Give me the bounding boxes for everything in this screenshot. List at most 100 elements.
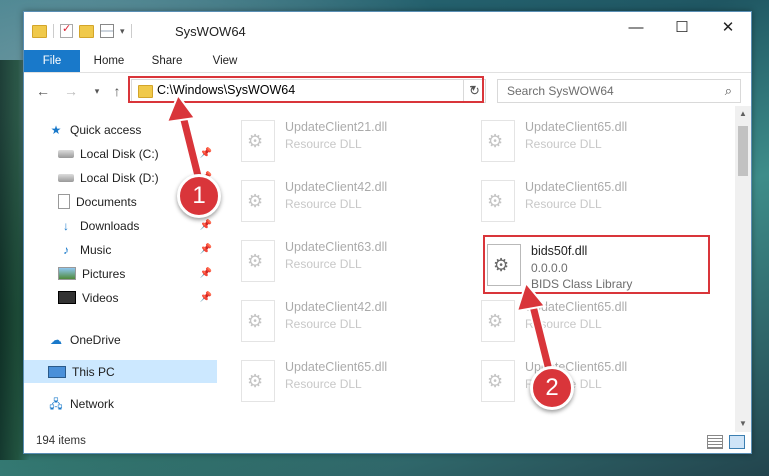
navigation-pane: ★ Quick access Local Disk (C:) 📌 Local D… (24, 114, 217, 424)
cloud-icon: ☁ (50, 332, 62, 347)
file-item[interactable]: UpdateClient65.dll Resource DLL (481, 114, 711, 168)
pin-icon[interactable]: 📌 (200, 292, 212, 303)
title-bar: ▾ SysWOW64 — ☐ ✕ (24, 12, 751, 48)
file-description: Resource DLL (285, 197, 362, 211)
file-description: Resource DLL (525, 317, 602, 331)
dll-file-icon (481, 120, 515, 162)
quick-access-toolbar: ▾ (32, 22, 132, 40)
details-view-icon[interactable] (707, 435, 723, 449)
download-icon: ↓ (63, 218, 69, 233)
dll-file-icon (481, 360, 515, 402)
sidebar-item-onedrive[interactable]: ☁ OneDrive (24, 328, 217, 351)
dll-file-icon (481, 300, 515, 342)
new-folder-icon[interactable] (79, 24, 94, 38)
pin-icon[interactable]: 📌 (200, 244, 212, 255)
file-description: Resource DLL (285, 317, 362, 331)
sidebar-item-label: Documents (76, 194, 137, 209)
file-highlight-box (483, 235, 710, 294)
file-description: Resource DLL (285, 377, 362, 391)
sidebar-item-label: Local Disk (D:) (80, 170, 159, 185)
scroll-up-icon[interactable]: ▲ (735, 106, 751, 122)
file-item[interactable]: UpdateClient42.dll Resource DLL (241, 174, 471, 228)
document-icon (58, 194, 70, 209)
file-item[interactable]: UpdateClient65.dll Resource DLL (481, 174, 711, 228)
address-highlight-box (128, 76, 484, 103)
sidebar-item-label: Videos (82, 290, 119, 305)
dll-file-icon (241, 240, 275, 282)
sidebar-item-this-pc[interactable]: This PC (24, 360, 217, 383)
tab-share[interactable]: Share (144, 50, 190, 72)
disk-icon (58, 149, 74, 158)
minimize-button[interactable]: — (613, 12, 659, 42)
dll-file-icon (241, 180, 275, 222)
recent-locations-chevron-icon[interactable]: ▾ (87, 80, 107, 102)
tab-file[interactable]: File (24, 50, 80, 72)
up-arrow-icon[interactable]: ↑ (107, 80, 127, 102)
tab-home[interactable]: Home (86, 50, 132, 72)
pin-icon[interactable]: 📌 (200, 268, 212, 279)
sidebar-item-quick-access[interactable]: ★ Quick access (24, 118, 241, 141)
file-description: Resource DLL (525, 197, 602, 211)
file-name: UpdateClient65.dll (525, 300, 628, 314)
sidebar-item-label: Network (70, 396, 115, 411)
sidebar-item-downloads[interactable]: ↓ Downloads 📌 (24, 214, 217, 237)
window-title: SysWOW64 (175, 24, 246, 39)
forward-arrow-icon[interactable]: → (61, 80, 81, 102)
search-input[interactable]: Search SysWOW64 ⌕ (497, 79, 741, 103)
sidebar-item-label: Pictures (82, 266, 126, 281)
pin-icon[interactable]: 📌 (200, 148, 212, 159)
scrollbar-thumb[interactable] (738, 126, 748, 176)
sidebar-item-network[interactable]: 🖧 Network (24, 392, 217, 415)
maximize-button[interactable]: ☐ (659, 12, 705, 42)
sidebar-item-label: Music (80, 242, 112, 257)
tab-view[interactable]: View (202, 50, 248, 72)
disk-icon (58, 173, 74, 182)
sidebar-item-pictures[interactable]: Pictures 📌 (24, 262, 217, 285)
computer-icon (48, 365, 66, 378)
file-item[interactable]: UpdateClient65.dll Resource DLL (241, 354, 471, 408)
ribbon-tabs: File Home Share View (24, 50, 751, 73)
back-arrow-icon[interactable]: ← (33, 80, 53, 102)
scroll-down-icon[interactable]: ▼ (735, 416, 751, 432)
search-placeholder: Search SysWOW64 (507, 84, 614, 98)
file-item[interactable]: UpdateClient63.dll Resource DLL (241, 234, 471, 288)
file-item[interactable]: UpdateClient42.dll Resource DLL (241, 294, 471, 348)
large-icons-view-icon[interactable] (729, 435, 745, 449)
item-count: 194 items (36, 435, 86, 447)
sidebar-item-videos[interactable]: Videos 📌 (24, 286, 217, 309)
close-button[interactable]: ✕ (705, 12, 751, 42)
step-one-badge: 1 (177, 174, 221, 218)
properties-check-icon[interactable] (60, 22, 73, 38)
file-item[interactable]: UpdateClient65.dll Resource DLL (481, 354, 711, 408)
folder-icon (32, 24, 47, 38)
properties-icon[interactable] (100, 24, 114, 38)
file-name: UpdateClient21.dll (285, 120, 388, 134)
dll-file-icon (241, 360, 275, 402)
sidebar-item-local-disk-c[interactable]: Local Disk (C:) 📌 (24, 142, 217, 165)
sidebar-item-music[interactable]: ♪ Music 📌 (24, 238, 217, 261)
file-name: UpdateClient65.dll (525, 120, 628, 134)
qat-separator (53, 24, 54, 38)
search-icon[interactable]: ⌕ (725, 83, 732, 99)
status-bar: 194 items (24, 432, 751, 453)
file-name: UpdateClient42.dll (285, 300, 388, 314)
sidebar-item-label: This PC (72, 364, 115, 379)
vertical-scrollbar[interactable]: ▲ ▼ (735, 106, 751, 432)
file-description: Resource DLL (285, 257, 362, 271)
file-item[interactable]: UpdateClient21.dll Resource DLL (241, 114, 471, 168)
music-icon: ♪ (63, 242, 69, 257)
step-two-badge: 2 (530, 366, 574, 410)
pictures-icon (58, 267, 76, 280)
pin-icon[interactable]: 📌 (200, 220, 212, 231)
file-explorer-window: ▾ SysWOW64 — ☐ ✕ File Home Share View ← … (23, 11, 752, 454)
sidebar-item-label: OneDrive (70, 332, 121, 347)
file-item[interactable]: UpdateClient65.dll Resource DLL (481, 294, 711, 348)
videos-icon (58, 291, 76, 304)
customize-qat-icon[interactable]: ▾ (120, 26, 125, 37)
file-name: UpdateClient63.dll (285, 240, 388, 254)
star-icon: ★ (50, 122, 62, 137)
sidebar-item-label: Downloads (80, 218, 140, 233)
sidebar-item-label: Local Disk (C:) (80, 146, 159, 161)
file-description: Resource DLL (285, 137, 362, 151)
file-name: UpdateClient65.dll (525, 180, 628, 194)
